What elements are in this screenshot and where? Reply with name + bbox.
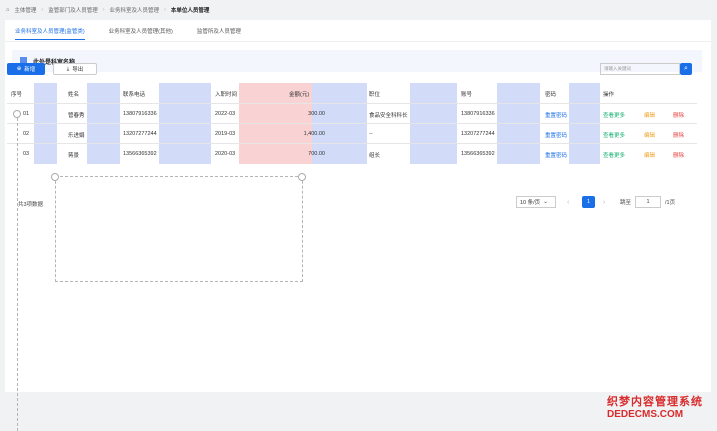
column-header: 联系电话 [123, 92, 146, 98]
column-header: 账号 [461, 92, 473, 98]
view-more-link[interactable]: 查看更多 [603, 111, 625, 119]
next-page-icon[interactable]: › [603, 196, 605, 208]
selection-guide-line [17, 113, 18, 431]
cell-account: 13566365392 [461, 151, 495, 157]
view-more-link[interactable]: 查看更多 [603, 131, 625, 139]
tab-other[interactable]: 业务科室及人员管理(其他) [109, 27, 173, 40]
watermark-url: DEDECMS.COM [607, 409, 684, 420]
cell-no: 03 [23, 151, 30, 157]
view-more-link[interactable]: 查看更多 [603, 151, 625, 159]
column-header: 密码 [545, 92, 557, 98]
prev-page-icon[interactable]: ‹ [567, 196, 569, 208]
tab-bar: 业务科室及人员管理(监管类) 业务科室及人员管理(其他) 监管所及人员管理 [15, 27, 265, 40]
column-header: 入职时间 [215, 92, 238, 98]
cell-no: 02 [23, 131, 30, 137]
selection-box [55, 176, 303, 282]
column-header: 姓名 [68, 92, 80, 98]
cell-amount: 300.00 [308, 111, 325, 117]
breadcrumb-separator: › [102, 6, 105, 13]
reset-password-link[interactable]: 重置密码 [545, 151, 567, 159]
column-header: 金额(元) [289, 92, 310, 98]
selection-handle[interactable] [13, 110, 21, 118]
cell-phone: 13807916336 [123, 111, 157, 117]
breadcrumb-separator: › [41, 6, 44, 13]
cell-date: 2022-03 [215, 111, 236, 117]
watermark-title: 织梦内容管理系统 [607, 396, 703, 408]
export-button-label: 导出 [72, 67, 84, 73]
cell-phone: 13566365392 [123, 151, 157, 157]
cell-amount: 700.00 [308, 151, 325, 157]
column-header: 序号 [11, 92, 23, 98]
selection-handle[interactable] [51, 173, 59, 181]
column-header: 操作 [603, 92, 615, 98]
add-button[interactable]: ⊕ 新增 [7, 63, 45, 75]
breadcrumb: ⌂ 主体管理 › 监管部门及人员管理 › 业务科室及人员管理 › 本单位人员管理 [0, 0, 717, 19]
section-header: 此处是科室名称 [12, 50, 702, 72]
delete-link[interactable]: 删除 [673, 151, 684, 159]
table-row: 02 乐进娟 13207277244 2019-03 1,400.00 -- 1… [7, 123, 697, 144]
table-row: 03 蒋景 13566365392 2020-03 700.00 组长 1356… [7, 143, 697, 164]
page-jump-input[interactable]: 1 [635, 196, 662, 208]
search-input[interactable]: 请输入关键词 [600, 63, 680, 75]
cell-date: 2019-03 [215, 131, 236, 137]
tab-supervision[interactable]: 业务科室及人员管理(监管类) [15, 27, 85, 40]
plus-circle-icon: ⊕ [16, 66, 22, 72]
cell-account: 13807916336 [461, 111, 495, 117]
jump-label: 跳至 [620, 200, 632, 206]
page-jump: 跳至 1 /1页 [620, 196, 675, 208]
add-button-label: 新增 [24, 67, 36, 73]
breadcrumb-item-current: 本单位人员管理 [170, 7, 210, 14]
page-number-current[interactable]: 1 [582, 196, 595, 208]
download-icon: ⤓ [66, 65, 70, 72]
cell-position: -- [369, 131, 373, 137]
page-size-select[interactable]: 10 条/页 ⌄ [516, 196, 556, 208]
cell-account: 13207277244 [461, 131, 495, 137]
tab-divider [5, 41, 711, 42]
delete-link[interactable]: 删除 [673, 131, 684, 139]
selection-handle[interactable] [298, 173, 306, 181]
breadcrumb-item-dept[interactable]: 监管部门及人员管理 [48, 6, 98, 14]
column-header: 职位 [369, 92, 381, 98]
breadcrumb-item-main[interactable]: 主体管理 [14, 6, 36, 14]
search-icon[interactable]: ⌕ [680, 63, 692, 75]
breadcrumb-item-office[interactable]: 业务科室及人员管理 [110, 6, 160, 14]
reset-password-link[interactable]: 重置密码 [545, 111, 567, 119]
edit-link[interactable]: 编辑 [644, 151, 655, 159]
delete-link[interactable]: 删除 [673, 111, 684, 119]
cell-position: 组长 [369, 153, 381, 159]
cell-date: 2020-03 [215, 151, 236, 157]
tab-station[interactable]: 监管所及人员管理 [197, 27, 241, 40]
edit-link[interactable]: 编辑 [644, 131, 655, 139]
cell-phone: 13207277244 [123, 131, 157, 137]
table-header: 序号 姓名 联系电话 入职时间 金额(元) 职位 账号 密码 操作 [7, 83, 697, 103]
cell-name: 蒋景 [68, 153, 80, 159]
reset-password-link[interactable]: 重置密码 [545, 131, 567, 139]
page-size-value: 10 条/页 [520, 200, 541, 206]
cell-position: 食品安全科科长 [369, 113, 408, 119]
cell-no: 01 [23, 111, 30, 117]
home-icon[interactable]: ⌂ [6, 7, 9, 13]
data-table: 序号 姓名 联系电话 入职时间 金额(元) 职位 账号 密码 操作 01 管春秀… [7, 83, 697, 164]
total-count: 共3项数据 [18, 202, 44, 208]
cell-amount: 1,400.00 [303, 131, 325, 137]
edit-link[interactable]: 编辑 [644, 111, 655, 119]
chevron-down-icon: ⌄ [543, 199, 548, 205]
table-row: 01 管春秀 13807916336 2022-03 300.00 食品安全科科… [7, 103, 697, 124]
cell-name: 乐进娟 [68, 133, 85, 139]
cell-name: 管春秀 [68, 113, 85, 119]
export-button[interactable]: ⤓ 导出 [53, 63, 97, 75]
jump-suffix: /1页 [665, 200, 676, 206]
breadcrumb-separator: › [164, 6, 166, 13]
